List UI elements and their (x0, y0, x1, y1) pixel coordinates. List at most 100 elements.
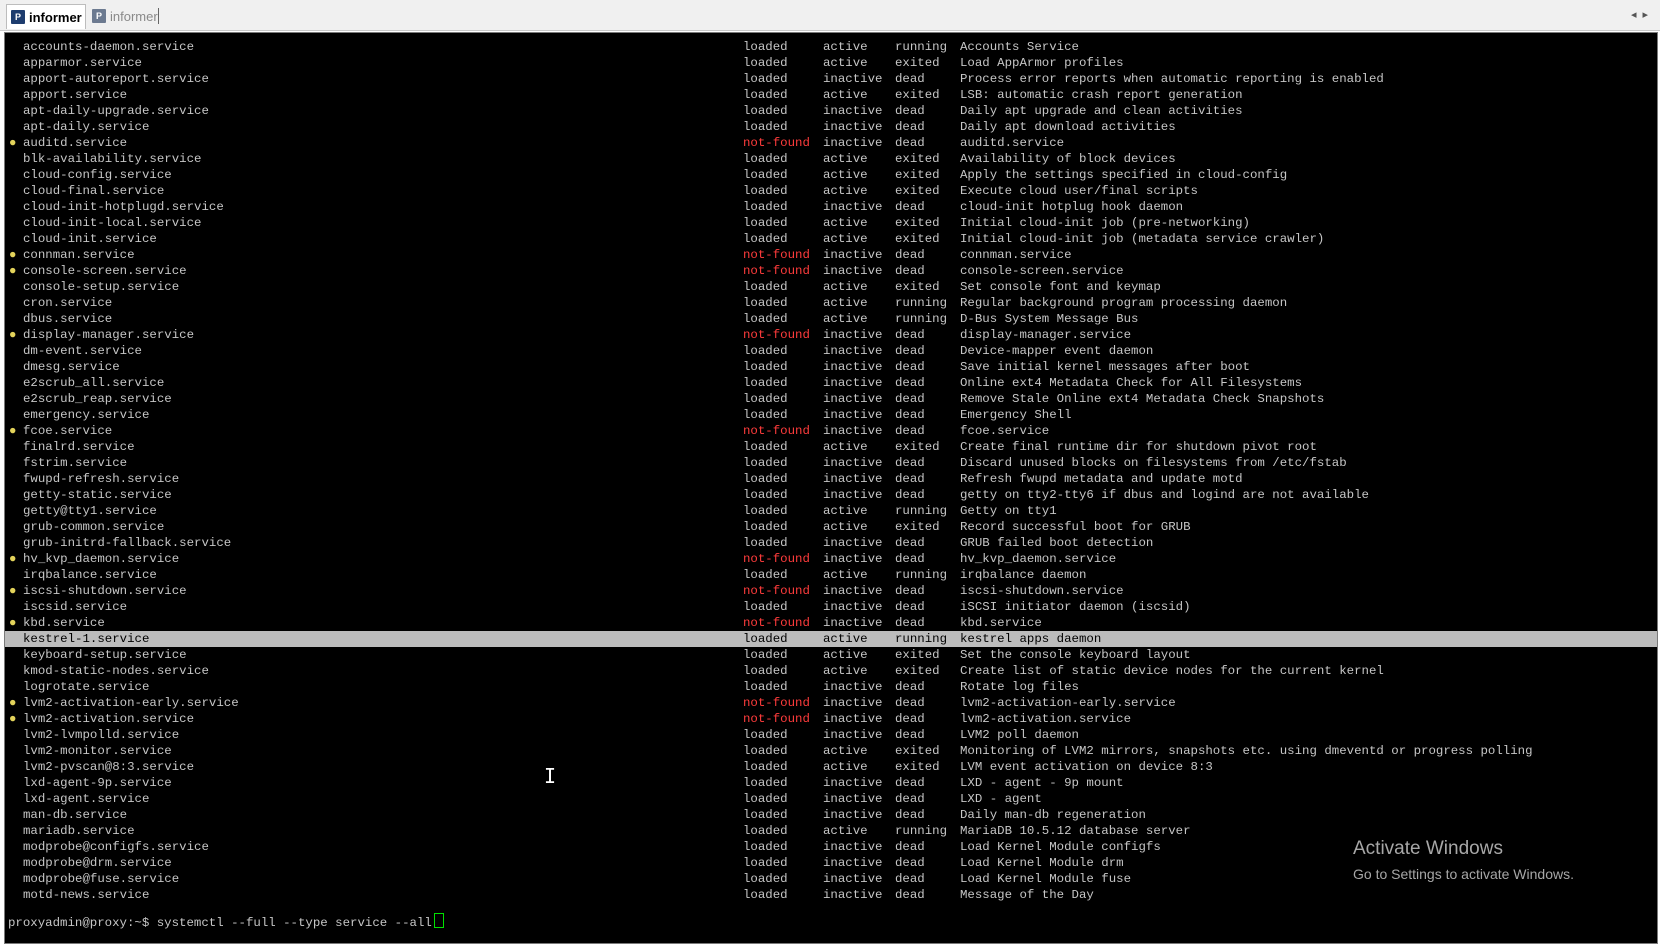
unit-name: auditd.service (23, 136, 128, 150)
active-state: inactive (823, 136, 883, 150)
service-row: ● kbd.service not-found inactive dead kbd.ser… (5, 615, 1657, 631)
status-bullet: ● (9, 696, 17, 710)
load-state: loaded (743, 440, 788, 454)
service-row: kmod-static-nodes.service loaded active exi… (5, 663, 1657, 679)
sub-state: exited (895, 232, 940, 246)
unit-name: console-setup.service (23, 280, 180, 294)
active-state: inactive (823, 792, 883, 806)
tab-informer-inactive[interactable]: P informer (88, 4, 160, 28)
active-state: inactive (823, 456, 883, 470)
unit-description: Load Kernel Module fuse (960, 872, 1132, 886)
terminal-window[interactable]: accounts-daemon.service loaded active runni… (4, 32, 1658, 944)
active-state: active (823, 216, 868, 230)
unit-description: Emergency Shell (960, 408, 1072, 422)
status-bullet: ● (9, 424, 17, 438)
unit-name: apt-daily-upgrade.service (23, 104, 209, 118)
service-row: apt-daily.service loaded inactive dead Daily… (5, 119, 1657, 135)
unit-description: connman.service (960, 248, 1072, 262)
watermark-title: Activate Windows (1353, 838, 1503, 859)
sub-state: dead (895, 776, 925, 790)
service-row: logrotate.service loaded inactive dead Rotat… (5, 679, 1657, 695)
unit-name: lvm2-monitor.service (23, 744, 172, 758)
tab-separator (158, 8, 159, 24)
service-row: dm-event.service loaded inactive dead Device… (5, 343, 1657, 359)
load-state: loaded (743, 120, 788, 134)
unit-description: D-Bus System Message Bus (960, 312, 1139, 326)
load-state: loaded (743, 760, 788, 774)
chevron-right-icon[interactable]: ▸ (1642, 9, 1654, 21)
chevron-left-icon[interactable]: ◂ (1631, 9, 1643, 21)
service-row: cron.service loaded active running Regular b… (5, 295, 1657, 311)
load-state: loaded (743, 536, 788, 550)
sub-state: dead (895, 264, 925, 278)
tab-bar: P informer P informer ◂▸ (0, 0, 1660, 31)
active-state: active (823, 824, 868, 838)
active-state: inactive (823, 856, 883, 870)
unit-description: iscsi-shutdown.service (960, 584, 1124, 598)
active-state: inactive (823, 472, 883, 486)
service-row: apt-daily-upgrade.service loaded inactive d… (5, 103, 1657, 119)
active-state: active (823, 184, 868, 198)
sub-state: exited (895, 520, 940, 534)
load-state: not-found (743, 136, 810, 150)
sub-state: exited (895, 88, 940, 102)
unit-name: lvm2-activation.service (23, 712, 195, 726)
tab-informer-active[interactable]: P informer (6, 4, 86, 29)
service-row: lvm2-monitor.service loaded active exited Mo… (5, 743, 1657, 759)
active-state: inactive (823, 840, 883, 854)
service-row: blk-availability.service loaded active exit… (5, 151, 1657, 167)
unit-description: lvm2-activation.service (960, 712, 1132, 726)
sub-state: dead (895, 328, 925, 342)
status-bullet: ● (9, 264, 17, 278)
unit-name: lxd-agent.service (23, 792, 150, 806)
load-state: loaded (743, 776, 788, 790)
load-state: not-found (743, 712, 810, 726)
unit-name: kestrel-1.service (23, 632, 150, 646)
active-state: inactive (823, 712, 883, 726)
load-state: loaded (743, 520, 788, 534)
unit-description: fcoe.service (960, 424, 1050, 438)
sub-state: dead (895, 888, 925, 902)
unit-name: kmod-static-nodes.service (23, 664, 209, 678)
sub-state: exited (895, 280, 940, 294)
load-state: loaded (743, 200, 788, 214)
unit-name: grub-common.service (23, 520, 165, 534)
unit-name: fwupd-refresh.service (23, 472, 180, 486)
load-state: loaded (743, 152, 788, 166)
sub-state: dead (895, 840, 925, 854)
unit-name: dm-event.service (23, 344, 142, 358)
status-bullet: ● (9, 248, 17, 262)
service-row: keyboard-setup.service loaded active exited… (5, 647, 1657, 663)
unit-description: Save initial kernel messages after boot (960, 360, 1250, 374)
activate-windows-watermark: Activate Windows Go to Settings to activ… (1353, 838, 1574, 882)
tab-scroll-arrows[interactable]: ◂▸ (1631, 8, 1654, 21)
load-state: loaded (743, 504, 788, 518)
active-state: active (823, 152, 868, 166)
unit-description: Refresh fwupd metadata and update motd (960, 472, 1243, 486)
active-state: active (823, 632, 868, 646)
sub-state: dead (895, 488, 925, 502)
unit-name: getty-static.service (23, 488, 172, 502)
load-state: loaded (743, 168, 788, 182)
unit-description: Getty on tty1 (960, 504, 1057, 518)
sub-state: running (895, 312, 948, 326)
unit-name: dmesg.service (23, 360, 120, 374)
command-prompt[interactable]: proxyadmin@proxy:~$ systemctl --full --t… (8, 913, 444, 930)
service-row: apport-autoreport.service loaded inactive d… (5, 71, 1657, 87)
sub-state: running (895, 568, 948, 582)
sub-state: dead (895, 248, 925, 262)
active-state: inactive (823, 888, 883, 902)
load-state: loaded (743, 408, 788, 422)
load-state: loaded (743, 72, 788, 86)
sub-state: dead (895, 584, 925, 598)
sub-state: dead (895, 472, 925, 486)
active-state: inactive (823, 488, 883, 502)
unit-name: apport.service (23, 88, 128, 102)
unit-name: emergency.service (23, 408, 150, 422)
unit-name: blk-availability.service (23, 152, 202, 166)
active-state: inactive (823, 408, 883, 422)
sub-state: exited (895, 168, 940, 182)
sub-state: dead (895, 376, 925, 390)
unit-name: man-db.service (23, 808, 128, 822)
load-state: loaded (743, 872, 788, 886)
